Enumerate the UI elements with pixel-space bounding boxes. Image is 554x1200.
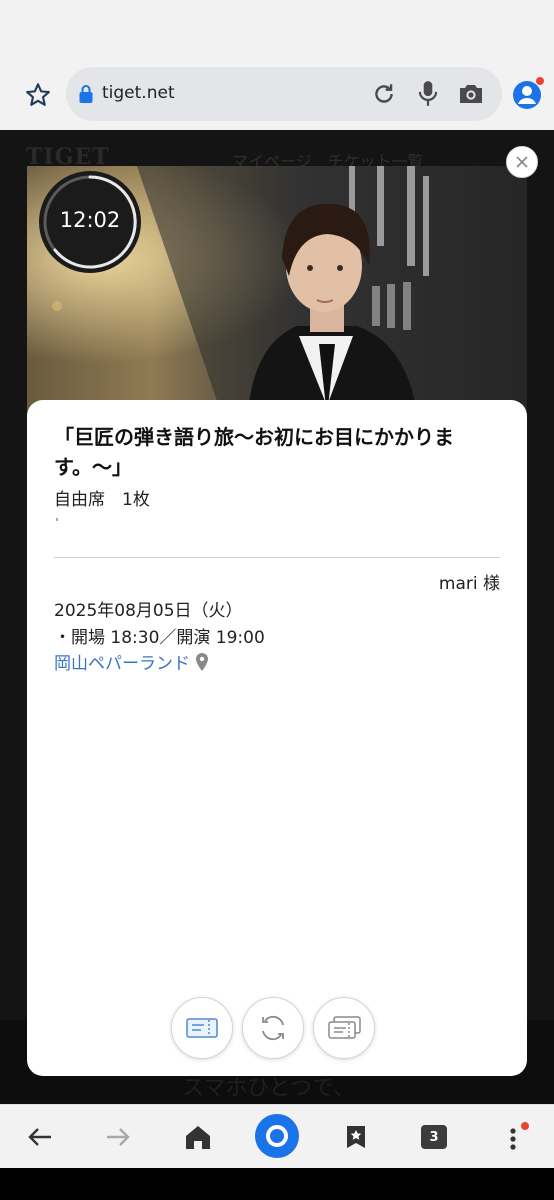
ticket-icon [186,1018,218,1038]
browser-toolbar: tiget.net [0,60,554,130]
event-date: 2025年08月05日（火） [54,601,243,621]
tickets-stack-icon [328,1016,361,1039]
home-icon[interactable] [178,1119,218,1155]
seat-info: 自由席 1枚 [54,490,150,510]
tab-switcher-button[interactable]: 3 [414,1119,454,1155]
browser-bottom-nav: 3 [0,1104,554,1168]
close-icon [516,156,528,168]
ticket-view-button[interactable] [171,997,233,1059]
bookmarks-icon[interactable] [336,1119,376,1155]
microphone-icon[interactable] [412,79,444,109]
tab-count: 3 [421,1125,447,1149]
back-arrow-icon[interactable] [20,1119,60,1155]
map-pin-icon [196,652,208,671]
venue-link[interactable]: 岡山ペパーランド [54,649,210,674]
system-navigation-bar [0,1168,554,1200]
camera-icon[interactable] [454,79,488,109]
bookmark-star-icon[interactable] [20,77,56,113]
divider [54,557,500,558]
browser-main-button[interactable] [254,1113,300,1159]
ring-icon [255,1114,299,1158]
transfer-button[interactable] [242,997,304,1059]
account-avatar-icon[interactable] [510,74,546,114]
countdown-timer: 12:02 [38,170,142,274]
ticket-list-button[interactable] [313,997,375,1059]
url-text: tiget.net [102,83,175,103]
close-button[interactable] [506,146,538,178]
more-menu-icon[interactable] [496,1117,536,1157]
small-mark [56,518,58,521]
url-bar[interactable]: tiget.net [66,67,502,121]
reload-icon[interactable] [368,79,400,109]
event-times: ・開場 18:30／開演 19:00 [54,628,265,648]
event-title: 「巨匠の弾き語り旅〜お初にお目にかかります。〜」 [54,425,454,479]
forward-arrow-icon[interactable] [98,1119,138,1155]
sync-icon [262,1015,284,1041]
status-bar [0,0,554,60]
timer-text: 12:02 [59,208,121,232]
ticket-holder-name: mari 様 [438,574,500,594]
venue-name: 岡山ペパーランド [54,654,190,674]
ticket-card: 「巨匠の弾き語り旅〜お初にお目にかかります。〜」 自由席 1枚 mari 様 2… [27,400,527,1076]
lock-icon [76,83,96,105]
